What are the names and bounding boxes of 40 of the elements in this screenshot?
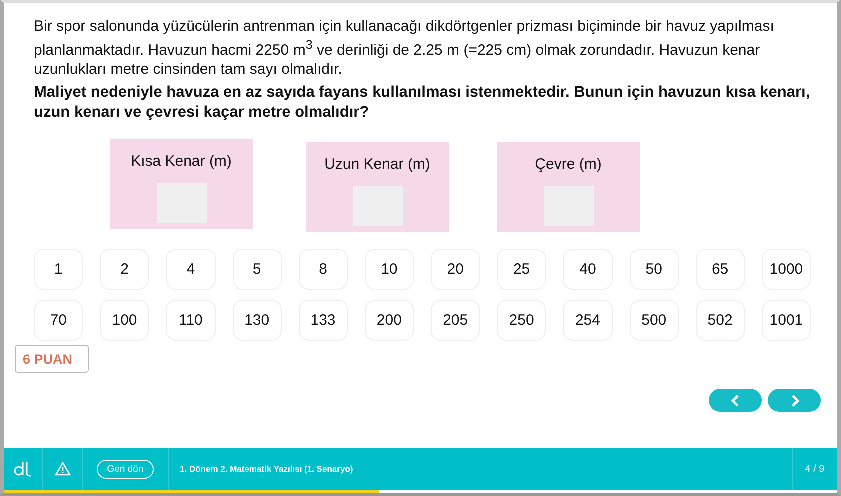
next-button[interactable] [768, 389, 821, 412]
answer-tile[interactable]: 205 [431, 300, 480, 341]
previous-button[interactable] [709, 389, 762, 412]
answer-tile[interactable]: 250 [497, 300, 546, 341]
answer-tile[interactable]: 25 [497, 249, 546, 290]
question-prompt: Maliyet nedeniyle havuza en az sayıda fayans kullanılması istenmektedir. Bunun için havuzun kısa kenarı, uzun kenarı ve çevresi kaçar metre olmalıdır? [34, 83, 811, 123]
answer-tile[interactable]: 2 [100, 249, 150, 290]
chevron-left-icon [730, 394, 740, 406]
answer-tile[interactable]: 200 [364, 300, 414, 341]
drop-zone-label: Kısa Kenar (m) [131, 153, 232, 170]
question-text: Bir spor salonunda yüzücülerin antrenman için kullanacağı dikdörtgenler prizması biçiminde bir havuz yapılması planlanmaktadır. Havuzun hacmi 2250 m$^{3}$ ve derinliği de 2.25 m (=225 cm) olmak zorundadır. Havuzun kenar uzunlukları metre cinsinden tam sayı olmalıdır. [34, 17, 776, 79]
answer-tile[interactable]: 1001 [762, 300, 812, 341]
answer-tile[interactable]: 4 [166, 249, 216, 290]
score-badge: 6 PUAN [15, 345, 89, 373]
answer-tile[interactable]: 110 [166, 300, 216, 341]
answer-tile[interactable]: 502 [696, 300, 745, 341]
answer-tile[interactable]: 1 [34, 249, 84, 290]
answer-tile[interactable]: 65 [696, 249, 745, 290]
answer-tile[interactable]: 8 [298, 249, 348, 290]
answer-tile[interactable]: 10 [364, 249, 414, 290]
answer-tile[interactable]: 100 [100, 300, 150, 341]
drop-zone[interactable]: Kısa Kenar (m) [110, 139, 253, 229]
answer-tile[interactable]: 40 [563, 249, 613, 290]
answer-tile[interactable]: 5 [232, 249, 282, 290]
answer-tile[interactable]: 50 [630, 249, 679, 290]
answer-tile[interactable]: 70 [34, 300, 84, 341]
answer-tile[interactable]: 133 [298, 300, 348, 341]
answer-tile[interactable]: 1000 [762, 249, 812, 290]
drop-zone[interactable]: Uzun Kenar (m) [306, 142, 449, 232]
drop-zone-label: Çevre (m) [535, 156, 602, 173]
answer-tile[interactable]: 20 [431, 249, 480, 290]
warning-icon[interactable] [54, 462, 70, 476]
drop-zone[interactable]: Çevre (m) [497, 142, 640, 232]
drop-zone-label: Uzun Kenar (m) [324, 156, 430, 173]
answer-tile[interactable]: 500 [630, 300, 679, 341]
logo-icon [13, 460, 33, 478]
answer-tile[interactable]: 130 [232, 300, 282, 341]
answer-tile[interactable]: 254 [563, 300, 613, 341]
chevron-right-icon [790, 394, 800, 406]
exam-title: 1. Dönem 2. Matematik Yazılısı (1. Senaryo) [179, 463, 354, 476]
